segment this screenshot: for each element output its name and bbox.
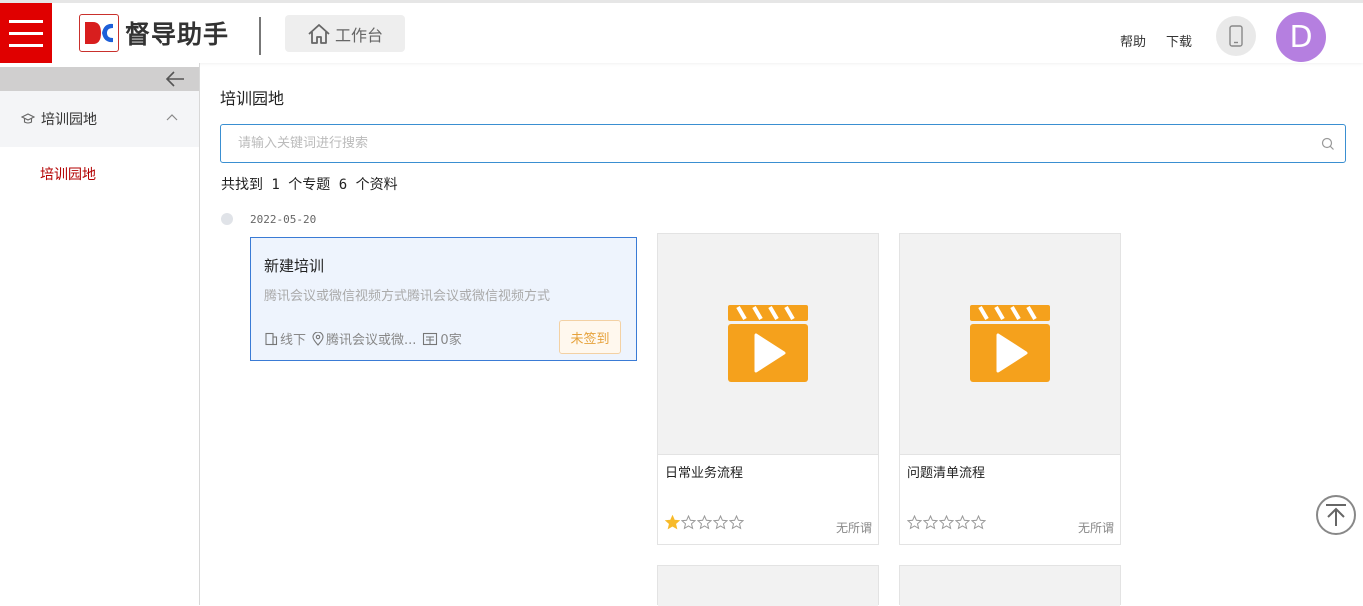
resource-card[interactable] <box>657 565 879 606</box>
resource-card[interactable]: 日常业务流程 无所谓 <box>657 233 879 545</box>
timeline-date: 2022-05-20 <box>250 213 317 226</box>
menu-toggle-button[interactable] <box>0 3 52 63</box>
star-empty-icon[interactable] <box>923 515 938 530</box>
search-input[interactable] <box>236 135 1300 152</box>
resource-tag: 无所谓 <box>1077 521 1114 535</box>
building-icon <box>265 332 278 345</box>
resource-thumbnail <box>900 566 1120 606</box>
result-count: 共找到 1 个专题 6 个资料 <box>221 177 398 193</box>
top-header: 督导助手 工作台 帮助 下载 D <box>0 0 1363 63</box>
app-name: 督导助手 <box>125 20 230 49</box>
resource-card[interactable]: 问题清单流程 无所谓 <box>899 233 1121 545</box>
search-icon[interactable] <box>1321 137 1335 151</box>
resource-rating[interactable] <box>907 515 986 530</box>
organization-icon <box>423 332 438 345</box>
star-empty-icon[interactable] <box>971 515 986 530</box>
sidebar: 培训园地 培训园地 <box>0 63 200 605</box>
user-avatar[interactable]: D <box>1276 12 1326 62</box>
sidebar-collapse-bar <box>0 67 199 91</box>
resource-title: 问题清单流程 <box>907 466 986 481</box>
workbench-label: 工作台 <box>334 25 383 45</box>
sidebar-group-training[interactable]: 培训园地 <box>0 91 199 147</box>
arrow-up-icon <box>1326 504 1346 526</box>
graduation-cap-icon <box>21 113 35 124</box>
training-count: 0家 <box>422 329 462 348</box>
training-location-label: 腾讯会议或微... <box>326 333 417 348</box>
resource-title: 日常业务流程 <box>665 466 744 481</box>
home-icon <box>308 23 330 44</box>
resource-tag: 无所谓 <box>835 521 872 535</box>
training-count-label: 0家 <box>440 333 462 348</box>
sign-in-status-button[interactable]: 未签到 <box>559 320 621 354</box>
resource-thumbnail <box>900 234 1120 455</box>
star-empty-icon[interactable] <box>681 515 696 530</box>
location-pin-icon <box>312 331 324 346</box>
page-title: 培训园地 <box>220 89 285 108</box>
header-divider <box>259 17 261 55</box>
logo-icon <box>79 14 119 52</box>
menu-bar-icon <box>9 31 43 35</box>
training-mode-label: 线下 <box>280 333 307 348</box>
timeline-dot <box>221 213 233 225</box>
resource-rating[interactable] <box>665 515 744 530</box>
arrow-left-icon[interactable] <box>164 70 186 88</box>
phone-icon <box>1229 25 1243 47</box>
training-title: 新建培训 <box>264 257 325 275</box>
video-play-icon <box>728 305 808 382</box>
training-mode: 线下 <box>264 329 306 348</box>
training-description: 腾讯会议或微信视频方式腾讯会议或微信视频方式 <box>264 289 551 304</box>
back-to-top-button[interactable] <box>1316 495 1356 535</box>
menu-bar-icon <box>9 43 43 47</box>
training-meta: 线下 腾讯会议或微... 0家 <box>264 329 468 348</box>
star-empty-icon[interactable] <box>907 515 922 530</box>
star-empty-icon[interactable] <box>939 515 954 530</box>
resource-thumbnail <box>658 566 878 606</box>
chevron-up-icon <box>166 114 178 121</box>
workbench-button[interactable]: 工作台 <box>285 15 405 52</box>
star-empty-icon[interactable] <box>729 515 744 530</box>
mobile-button[interactable] <box>1216 16 1256 56</box>
star-empty-icon[interactable] <box>697 515 712 530</box>
download-link[interactable]: 下载 <box>1166 31 1192 50</box>
training-card[interactable]: 新建培训 腾讯会议或微信视频方式腾讯会议或微信视频方式 线下 腾讯会议或微... <box>250 237 637 361</box>
app-logo[interactable]: 督导助手 <box>79 13 229 53</box>
training-location: 腾讯会议或微... <box>312 329 416 348</box>
resource-thumbnail <box>658 234 878 455</box>
star-empty-icon[interactable] <box>713 515 728 530</box>
menu-bar-icon <box>9 19 43 23</box>
help-link[interactable]: 帮助 <box>1120 31 1146 50</box>
sidebar-group-label: 培训园地 <box>41 112 97 128</box>
sidebar-item-training[interactable]: 培训园地 <box>40 164 96 184</box>
star-empty-icon[interactable] <box>955 515 970 530</box>
star-filled-icon[interactable] <box>665 515 680 530</box>
resource-card[interactable] <box>899 565 1121 606</box>
search-box <box>220 124 1346 163</box>
video-play-icon <box>970 305 1050 382</box>
